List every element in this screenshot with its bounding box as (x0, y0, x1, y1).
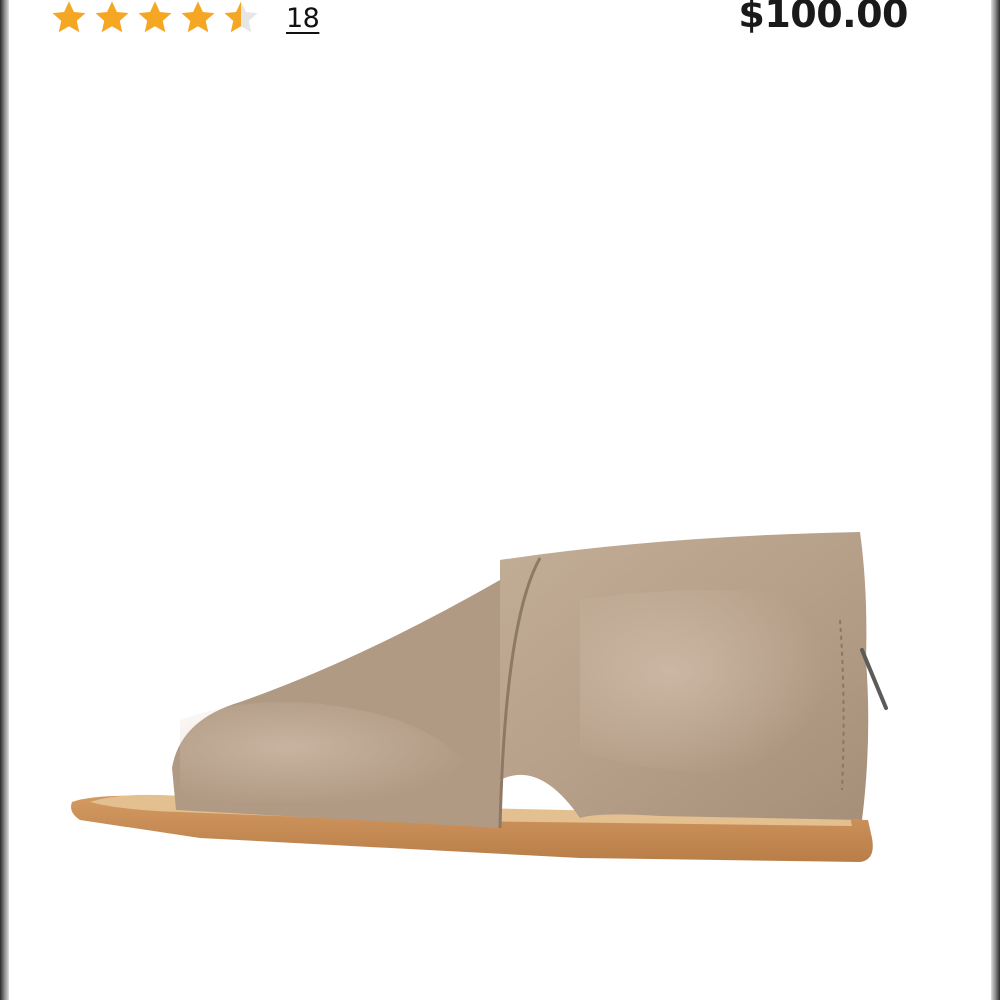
star-icon (50, 0, 88, 37)
star-icon (93, 0, 131, 37)
product-image[interactable] (60, 520, 900, 900)
left-frame-edge (0, 0, 9, 1000)
product-rating: 18 (50, 0, 320, 37)
review-count-link[interactable]: 18 (286, 3, 320, 34)
star-rating (50, 0, 260, 37)
star-icon (222, 0, 260, 37)
right-frame-edge (991, 0, 1000, 1000)
star-icon (136, 0, 174, 37)
product-detail-page: 18 $100.00 (0, 0, 1000, 1000)
star-icon (179, 0, 217, 37)
product-price: $100.00 (738, 0, 908, 36)
